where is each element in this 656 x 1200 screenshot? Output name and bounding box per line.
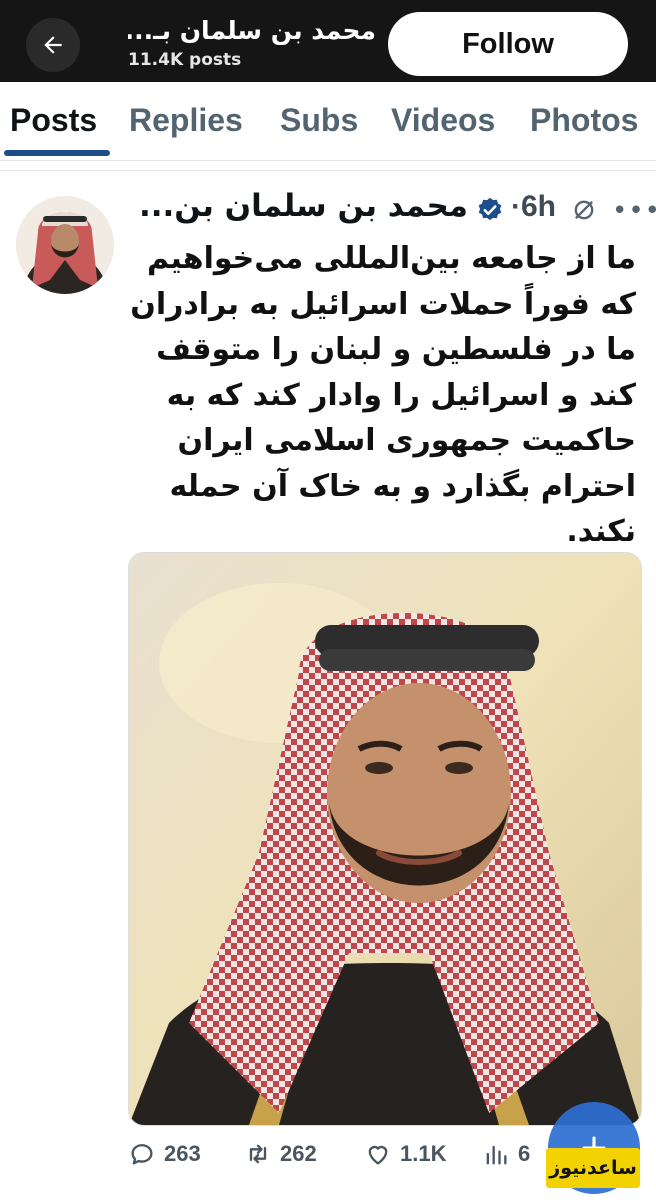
post-count: 11.4K posts: [128, 50, 242, 70]
repost-icon: [249, 1144, 267, 1164]
post-text-line: کند و اسرائیل را وادار کند که به: [166, 377, 636, 413]
author-name[interactable]: محمد بن سلمان بن...: [139, 188, 468, 224]
watermark-logo: ساعدنیوز: [546, 1148, 640, 1188]
tab-videos[interactable]: Videos: [391, 102, 495, 139]
tab-posts[interactable]: Posts: [10, 102, 97, 139]
views-button[interactable]: 6: [482, 1140, 530, 1168]
post-image[interactable]: [128, 552, 642, 1126]
tab-replies[interactable]: Replies: [129, 102, 243, 139]
post-text: ما از جامعه بین‌المللی می‌خواهیم که فورا…: [126, 236, 636, 555]
tab-subs[interactable]: Subs: [280, 102, 358, 139]
avatar[interactable]: [16, 196, 114, 294]
post-text-line: حاکمیت جمهوری اسلامی ایران: [177, 423, 636, 458]
back-button[interactable]: [26, 18, 80, 72]
profile-header: محمد بن سلمان بـ... 11.4K posts Follow: [0, 0, 656, 82]
post-text-line: ما از جامعه بین‌المللی می‌خواهیم: [147, 241, 636, 276]
reply-count: 263: [164, 1141, 201, 1166]
post-text-line: احترام بگذارد و به خاک آن حمله: [169, 468, 636, 504]
post-text-line: ما در فلسطین و لبنان را متوقف: [156, 332, 636, 367]
arrow-left-icon: [44, 36, 62, 54]
verified-badge-icon: [478, 197, 502, 221]
like-count: 1.1K: [400, 1141, 447, 1166]
repost-button[interactable]: 262: [244, 1140, 317, 1168]
follow-button[interactable]: Follow: [388, 12, 628, 76]
reply-button[interactable]: 263: [128, 1140, 201, 1168]
reply-icon: [131, 1144, 153, 1165]
post-header: محمد بن سلمان بن... ·6h: [126, 188, 556, 234]
views-icon: [486, 1145, 507, 1165]
tab-photos[interactable]: Photos: [530, 102, 638, 139]
divider: [0, 170, 656, 171]
repost-count: 262: [280, 1141, 317, 1166]
profile-tabs: Posts Replies Subs Videos Photos: [0, 82, 656, 161]
post-text-line: که فوراً حملات اسرائیل به برادران: [130, 286, 636, 322]
profile-name: محمد بن سلمان بـ...: [128, 16, 376, 45]
views-count: 6: [518, 1141, 531, 1166]
portrait-image: [129, 553, 641, 1125]
active-tab-indicator: [4, 150, 110, 156]
post-text-line: نکند.: [566, 514, 636, 549]
grok-icon[interactable]: [570, 196, 598, 224]
post-timestamp[interactable]: ·6h: [511, 190, 556, 224]
more-options-icon[interactable]: •••: [612, 196, 656, 226]
like-button[interactable]: 1.1K: [364, 1140, 446, 1168]
heart-icon: [368, 1145, 388, 1165]
